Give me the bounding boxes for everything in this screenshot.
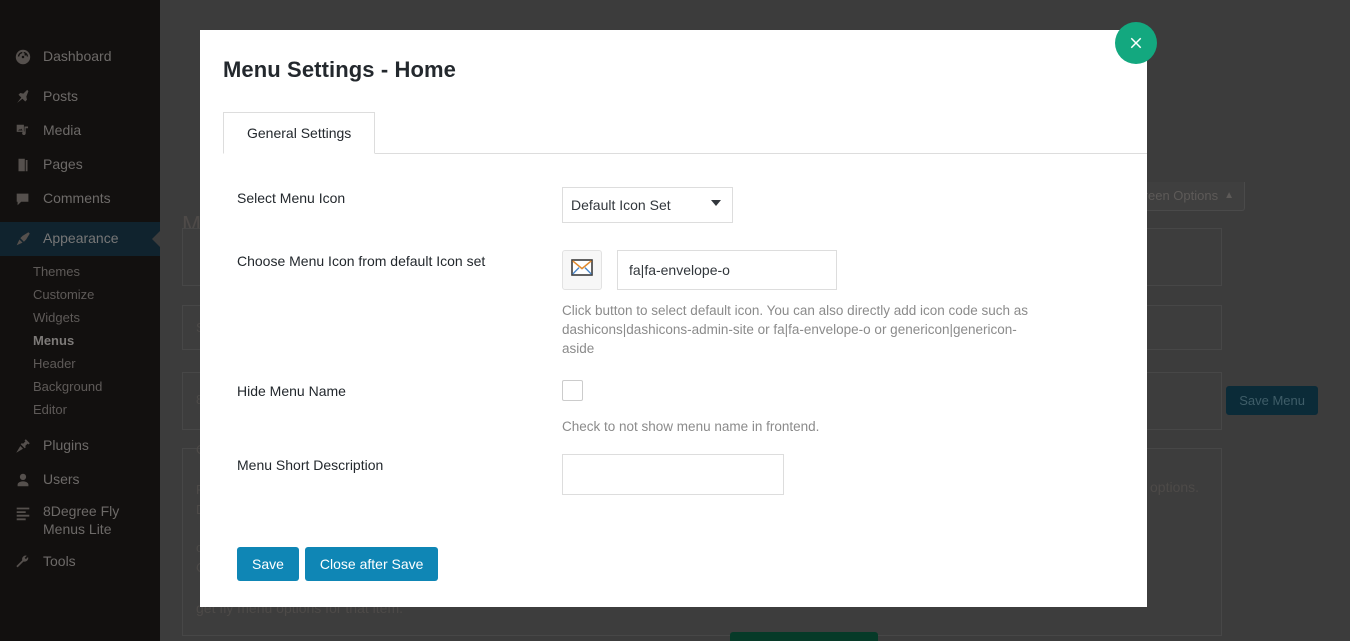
field-row-hide-menu-name: Hide Menu Name Check to not show menu na… [237,380,1147,434]
wrench-icon [12,552,34,572]
sidebar-item-pages[interactable]: Pages [0,148,160,182]
sidebar-item-appearance[interactable]: Appearance [0,222,160,256]
background-green-button[interactable] [730,632,878,641]
select-menu-icon-label: Select Menu Icon [237,190,346,206]
select-menu-icon-field: Default Icon Set [562,187,1147,223]
sidebar-item-plugins[interactable]: Plugins [0,429,160,463]
field-row-select-menu-icon: Select Menu Icon Default Icon Set [237,187,1147,223]
menu-short-description-label: Menu Short Description [237,457,384,473]
sidebar-item-posts[interactable]: Posts [0,80,160,114]
sidebar-item-label: Media [43,122,82,139]
pin-icon [12,87,34,107]
hide-menu-name-help: Check to not show menu name in frontend. [562,419,820,434]
menu-settings-modal: Menu Settings - Home General Settings Se… [200,30,1147,607]
sidebar-item-dashboard[interactable]: Dashboard [0,40,160,74]
submenu-item-themes[interactable]: Themes [0,260,160,283]
sidebar-item-media[interactable]: Media [0,114,160,148]
dashboard-icon [12,47,34,67]
save-menu-button[interactable]: Save Menu [1226,386,1318,415]
hide-menu-name-label: Hide Menu Name [237,383,346,399]
sidebar-item-label: 8Degree Fly Menus Lite [43,503,120,537]
submenu-item-background[interactable]: Background [0,375,160,398]
modal-tabs: General Settings [223,108,1147,154]
media-icon [12,121,34,141]
sidebar-item-label: Posts [43,88,79,105]
choose-menu-icon-label: Choose Menu Icon from default Icon set [237,253,486,269]
submenu-item-editor[interactable]: Editor [0,398,160,421]
choose-menu-icon-field: Click button to select default icon. You… [562,250,1147,358]
pages-icon [12,155,34,175]
comments-icon [12,189,34,209]
modal-title: Menu Settings - Home [223,57,457,82]
envelope-icon-button[interactable] [562,250,602,290]
sidebar-item-label: Plugins [43,437,89,454]
icon-picker-row [562,250,1147,290]
menu-short-description-field [562,454,1147,500]
chevron-up-icon: ▲ [1224,190,1234,201]
submenu-item-menus[interactable]: Menus [0,329,160,352]
save-menu-label: Save Menu [1239,393,1305,408]
sidebar-item-label: Comments [43,190,111,207]
brush-icon [12,229,34,249]
menu-lines-icon [12,503,34,523]
admin-sidebar: Dashboard Posts Media Pages Comments App… [0,0,160,641]
choose-menu-icon-help: Click button to select default icon. You… [562,303,1029,356]
submenu-item-widgets[interactable]: Widgets [0,306,160,329]
users-icon [12,470,34,490]
sidebar-item-label: Pages [43,156,83,173]
menu-short-description-input[interactable] [562,454,784,495]
sidebar-item-comments[interactable]: Comments [0,182,160,216]
sidebar-item-8degree-fly-menus-lite[interactable]: 8Degree Fly Menus Lite [0,497,160,545]
field-row-choose-menu-icon: Choose Menu Icon from default Icon set f… [237,250,1147,358]
close-after-save-button[interactable]: Close after Save [304,547,439,581]
envelope-icon [571,259,593,281]
hide-menu-name-checkbox[interactable] [562,380,583,401]
sidebar-item-label: Dashboard [43,48,112,65]
sidebar-item-label: Users [43,471,80,488]
sidebar-item-label: Tools [43,553,76,570]
appearance-submenu: Themes Customize Widgets Menus Header Ba… [0,256,160,429]
icon-set-select-wrap: Default Icon Set [562,187,733,223]
close-x-glyph [1130,37,1142,49]
close-icon[interactable] [1115,22,1157,64]
sidebar-item-tools[interactable]: Tools [0,545,160,579]
icon-code-input[interactable] [617,250,837,290]
plugin-icon [12,436,34,456]
field-row-menu-short-description: Menu Short Description [237,454,1147,500]
sidebar-item-label: Appearance [43,230,119,247]
modal-form: Select Menu Icon Default Icon Set Choose… [200,154,1147,581]
submenu-item-header[interactable]: Header [0,352,160,375]
modal-actions: Save Close after Save [237,547,1147,581]
background-text-options: options. [1150,479,1200,495]
sidebar-item-users[interactable]: Users [0,463,160,497]
tab-general-settings[interactable]: General Settings [223,112,376,154]
icon-set-select[interactable]: Default Icon Set [562,187,733,223]
hide-menu-name-field: Check to not show menu name in frontend. [562,380,1147,434]
save-button[interactable]: Save [237,547,299,581]
submenu-item-customize[interactable]: Customize [0,283,160,306]
tab-label: General Settings [247,125,352,141]
